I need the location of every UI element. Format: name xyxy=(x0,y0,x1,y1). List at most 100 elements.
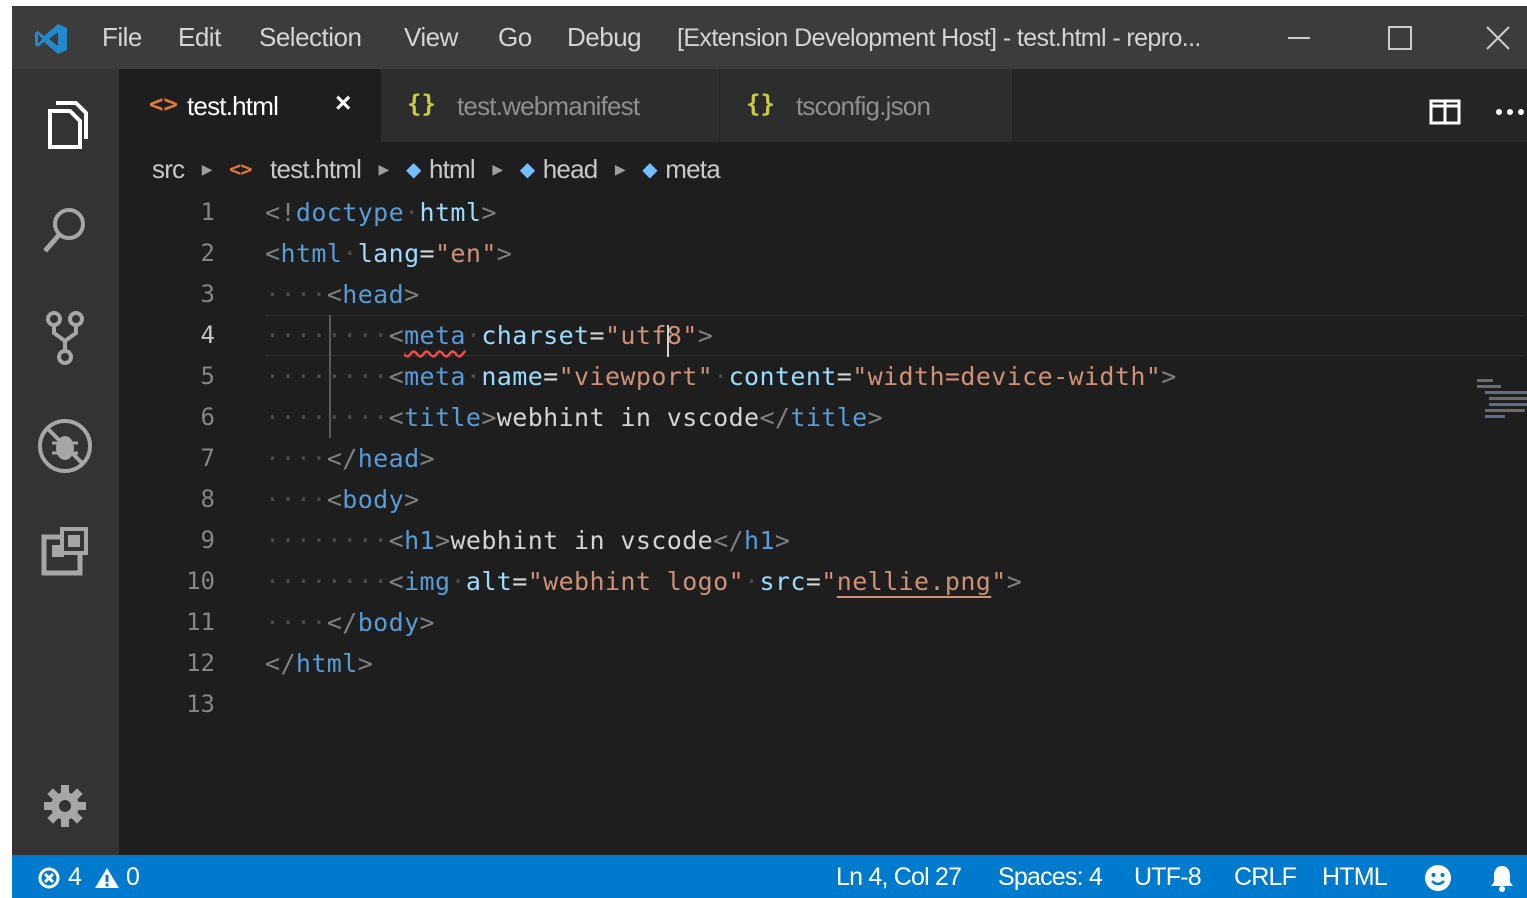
line-number: 11 xyxy=(186,608,215,636)
code-text: ········<meta·name="viewport"·content="w… xyxy=(265,362,1177,391)
menu-go[interactable]: Go xyxy=(498,22,532,53)
code-line[interactable]: 6 ········<title>webhint in vscode</titl… xyxy=(119,397,1379,438)
warning-count[interactable]: 0 xyxy=(126,863,140,892)
breadcrumb: src ▶ <> test.html ▶ ◆ html ▶ ◆ head ▶ ◆… xyxy=(152,152,721,186)
tab-bar: <> test.html × {} test.webmanifest {} ts… xyxy=(119,69,1527,142)
split-editor-icon[interactable] xyxy=(1429,99,1461,125)
line-number: 10 xyxy=(186,567,215,595)
menu-file[interactable]: File xyxy=(102,22,142,53)
error-count[interactable]: 4 xyxy=(68,863,82,892)
tab-label: tsconfig.json xyxy=(796,91,931,121)
title-bar: File Edit Selection View Go Debug [Exten… xyxy=(12,6,1527,69)
status-bar: 4 0 Ln 4, Col 27 Spaces: 4 UTF-8 CRLF HT… xyxy=(12,855,1527,898)
maximize-icon[interactable] xyxy=(1374,16,1424,60)
extensions-icon[interactable] xyxy=(36,523,94,581)
menu-selection[interactable]: Selection xyxy=(259,22,362,53)
minimize-icon[interactable] xyxy=(1274,16,1324,60)
breadcrumb-symbol-html[interactable]: html xyxy=(429,154,476,185)
line-number: 12 xyxy=(186,649,215,677)
line-number: 5 xyxy=(200,362,215,390)
minimap[interactable] xyxy=(1477,377,1527,437)
menu-edit[interactable]: Edit xyxy=(178,22,221,53)
code-line[interactable]: 13 xyxy=(119,684,1379,725)
chevron-right-icon: ▶ xyxy=(614,160,626,177)
chevron-right-icon: ▶ xyxy=(492,160,503,177)
code-text: ········<img·alt="webhint logo"·src="nel… xyxy=(265,567,1023,596)
line-number: 2 xyxy=(200,239,215,267)
line-number: 6 xyxy=(200,403,215,431)
symbol-icon: ◆ xyxy=(405,158,421,181)
source-control-icon[interactable] xyxy=(36,309,94,367)
gear-icon[interactable] xyxy=(36,777,94,835)
indentation[interactable]: Spaces: 4 xyxy=(998,863,1103,892)
code-line-active[interactable]: 4 ········<meta·charset="utf8"> xyxy=(119,315,1379,356)
encoding[interactable]: UTF-8 xyxy=(1134,863,1202,892)
menu-debug[interactable]: Debug xyxy=(567,22,642,53)
line-number: 3 xyxy=(200,280,215,308)
code-text: ········<title>webhint in vscode</title> xyxy=(265,403,884,432)
code-line[interactable]: 1 <!doctype·html> xyxy=(119,192,1379,233)
symbol-icon: ◆ xyxy=(642,158,657,181)
more-actions-icon[interactable] xyxy=(1494,107,1526,117)
breadcrumb-symbol-meta[interactable]: meta xyxy=(665,154,720,185)
tab-label: test.webmanifest xyxy=(457,91,640,121)
code-text: ····</body> xyxy=(265,608,435,637)
line-number: 7 xyxy=(200,444,215,472)
json-file-icon: {} xyxy=(746,90,775,118)
tab-label: test.html xyxy=(187,91,279,121)
code-text: ····</head> xyxy=(265,444,435,473)
tab-test-html[interactable]: <> test.html × xyxy=(119,69,381,142)
breadcrumb-symbol-head[interactable]: head xyxy=(543,154,598,185)
close-tab-icon[interactable]: × xyxy=(335,87,351,119)
vscode-logo-icon[interactable] xyxy=(34,22,68,56)
symbol-icon: ◆ xyxy=(519,158,535,181)
notifications-bell-icon[interactable] xyxy=(1489,864,1515,892)
code-line[interactable]: 12 </html> xyxy=(119,643,1379,684)
file-link: nellie.png xyxy=(836,567,992,596)
breadcrumb-file[interactable]: test.html xyxy=(270,154,362,185)
code-line[interactable]: 2 <html·lang="en"> xyxy=(119,233,1379,274)
tab-tsconfig-json[interactable]: {} tsconfig.json xyxy=(720,69,1012,142)
html-file-icon: <> xyxy=(229,157,252,182)
error-squiggle: meta xyxy=(404,321,466,350)
feedback-smiley-icon[interactable] xyxy=(1424,864,1452,892)
code-line[interactable]: 10 ········<img·alt="webhint logo"·src="… xyxy=(119,561,1379,602)
vscode-window: File Edit Selection View Go Debug [Exten… xyxy=(12,6,1527,898)
code-text: <html·lang="en"> xyxy=(265,239,513,268)
breadcrumb-folder[interactable]: src xyxy=(152,154,185,185)
language-mode[interactable]: HTML xyxy=(1322,863,1388,892)
debug-icon[interactable] xyxy=(36,417,94,475)
error-icon[interactable] xyxy=(38,867,60,889)
code-text: ····<body> xyxy=(265,485,420,514)
warning-icon[interactable] xyxy=(94,867,120,889)
menu-view[interactable]: View xyxy=(404,22,458,53)
html-file-icon: <> xyxy=(149,90,178,118)
close-window-icon[interactable] xyxy=(1472,16,1522,60)
line-number: 8 xyxy=(200,485,215,513)
code-line[interactable]: 8 ····<body> xyxy=(119,479,1379,520)
code-text: ········<meta·charset="utf8"> xyxy=(265,321,714,350)
code-line[interactable]: 3 ····<head> xyxy=(119,274,1379,315)
line-number: 4 xyxy=(200,321,215,349)
code-line[interactable]: 11 ····</body> xyxy=(119,602,1379,643)
window-title: [Extension Development Host] - test.html… xyxy=(677,24,1201,52)
search-icon[interactable] xyxy=(36,202,94,260)
cursor-position[interactable]: Ln 4, Col 27 xyxy=(836,863,962,892)
code-line[interactable]: 9 ········<h1>webhint in vscode</h1> xyxy=(119,520,1379,561)
json-file-icon: {} xyxy=(407,90,436,118)
explorer-icon[interactable] xyxy=(36,97,94,155)
code-text: </html> xyxy=(265,649,374,678)
line-number: 9 xyxy=(200,526,215,554)
chevron-right-icon: ▶ xyxy=(201,160,213,177)
text-cursor xyxy=(666,325,669,357)
code-text: ····<head> xyxy=(265,280,420,309)
code-editor[interactable]: 1 <!doctype·html> 2 <html·lang="en"> 3 ·… xyxy=(119,192,1527,855)
code-line[interactable]: 5 ········<meta·name="viewport"·content=… xyxy=(119,356,1379,397)
activity-bar xyxy=(12,69,119,855)
line-number: 1 xyxy=(200,198,215,226)
code-text: ········<h1>webhint in vscode</h1> xyxy=(265,526,791,555)
line-ending[interactable]: CRLF xyxy=(1234,863,1297,892)
tab-test-webmanifest[interactable]: {} test.webmanifest xyxy=(381,69,719,142)
code-text: <!doctype·html> xyxy=(265,198,497,227)
code-line[interactable]: 7 ····</head> xyxy=(119,438,1379,479)
